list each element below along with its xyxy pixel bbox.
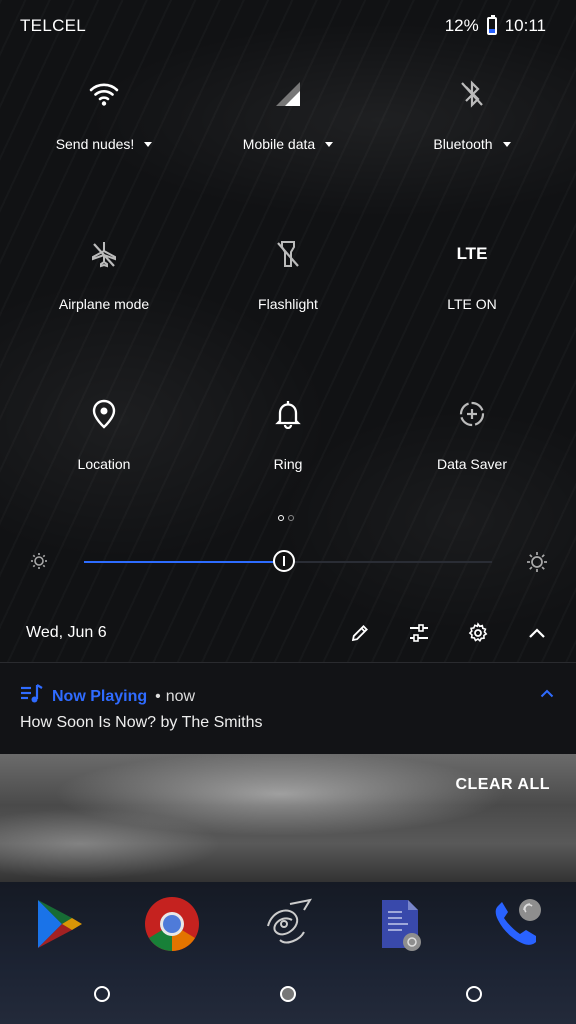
- bell-icon: [270, 396, 306, 432]
- navigation-bar: [0, 986, 576, 1006]
- app-logo-icon[interactable]: [260, 896, 316, 952]
- collapse-chevron-up-icon[interactable]: [524, 620, 550, 646]
- tile-wifi[interactable]: Send nudes!: [8, 76, 200, 154]
- edit-icon[interactable]: [347, 620, 373, 646]
- chevron-down-icon[interactable]: [325, 141, 334, 147]
- notification-expand-chevron-icon[interactable]: [540, 685, 554, 703]
- lte-icon: LTE: [454, 236, 490, 272]
- carrier-name: TELCEL: [20, 16, 87, 35]
- page-indicator: [278, 515, 294, 521]
- brightness-slider[interactable]: [0, 540, 576, 584]
- notification-text: How Soon Is Now? by The Smiths: [20, 714, 263, 731]
- date-label: Wed, Jun 6: [26, 624, 107, 641]
- notification-app-name: Now Playing: [52, 687, 148, 705]
- quick-settings-panel: TELCEL 12% 10:11 Send nudes! Mobile data…: [0, 0, 576, 662]
- notification-now-playing[interactable]: Now Playing • now How Soon Is Now? by Th…: [0, 662, 576, 755]
- tile-label: Flashlight: [258, 296, 318, 312]
- tile-flashlight[interactable]: Flashlight: [192, 236, 384, 314]
- tile-label: Location: [77, 456, 131, 472]
- files-icon[interactable]: [372, 896, 428, 952]
- location-icon: [86, 396, 122, 432]
- brightness-thumb[interactable]: [272, 550, 295, 572]
- tile-location[interactable]: Location: [8, 396, 200, 474]
- chevron-down-icon[interactable]: [502, 141, 511, 147]
- notification-time: now: [165, 687, 196, 705]
- chrome-icon[interactable]: [144, 896, 200, 952]
- clock: 10:11: [504, 16, 546, 35]
- bluetooth-off-icon: [454, 76, 490, 112]
- sliders-icon[interactable]: [406, 620, 432, 646]
- play-store-icon[interactable]: [32, 896, 88, 952]
- lte-icon-text: LTE: [456, 244, 488, 263]
- phone-icon[interactable]: [488, 896, 544, 952]
- tile-airplane-mode[interactable]: Airplane mode: [8, 236, 200, 314]
- flashlight-off-icon: [270, 236, 306, 272]
- tile-mobile-data[interactable]: Mobile data: [192, 76, 384, 154]
- qs-footer: Wed, Jun 6: [0, 610, 576, 656]
- tile-label: Airplane mode: [58, 296, 150, 312]
- page-dot: [288, 515, 294, 521]
- signal-icon: [270, 76, 306, 112]
- tile-label: Ring: [273, 456, 303, 472]
- nav-recents-button[interactable]: [466, 986, 482, 1002]
- brightness-high-icon: [526, 551, 548, 578]
- brightness-low-icon: [30, 552, 48, 575]
- chevron-down-icon[interactable]: [144, 141, 153, 147]
- nav-back-button[interactable]: [94, 986, 110, 1002]
- tile-label: Mobile data: [242, 136, 316, 152]
- tile-label: Send nudes!: [55, 136, 135, 152]
- wifi-icon: [86, 76, 122, 112]
- tile-label: LTE ON: [447, 296, 497, 312]
- page-dot-active: [278, 515, 284, 521]
- nav-home-button[interactable]: [280, 986, 296, 1002]
- tile-lte[interactable]: LTE LTE ON: [376, 236, 568, 314]
- status-bar: TELCEL 12% 10:11: [0, 0, 576, 52]
- battery-percent: 12%: [444, 16, 479, 35]
- tile-bluetooth[interactable]: Bluetooth: [376, 76, 568, 154]
- airplane-off-icon: [86, 236, 122, 272]
- notification-separator: •: [155, 687, 161, 705]
- brightness-fill: [84, 561, 284, 563]
- clear-all-button[interactable]: CLEAR ALL: [455, 776, 550, 794]
- tile-ring[interactable]: Ring: [192, 396, 384, 474]
- battery-icon: [486, 15, 497, 35]
- status-right: 12% 10:11: [444, 15, 546, 36]
- data-saver-icon: [454, 396, 490, 432]
- notification-header: Now Playing • now: [20, 684, 195, 709]
- settings-gear-icon[interactable]: [465, 620, 491, 646]
- tile-label: Data Saver: [436, 456, 508, 472]
- music-note-icon: [20, 684, 44, 709]
- tile-data-saver[interactable]: Data Saver: [376, 396, 568, 474]
- wallpaper: CLEAR ALL: [0, 754, 576, 882]
- tile-label: Bluetooth: [433, 136, 493, 152]
